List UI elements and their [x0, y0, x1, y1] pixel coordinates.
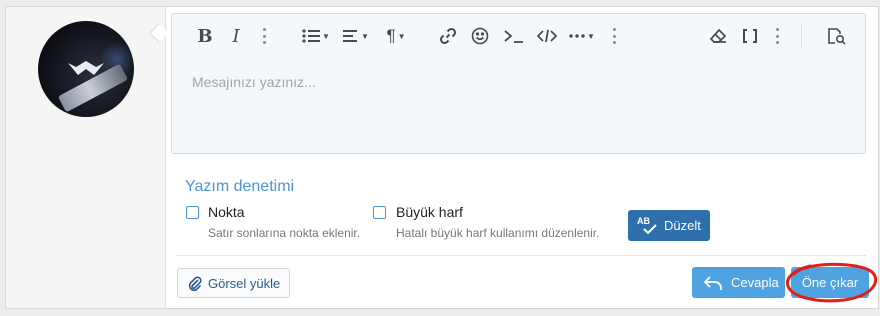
fix-button[interactable]: AB Düzelt [628, 210, 710, 241]
more-vertical-icon[interactable] [613, 28, 616, 44]
more-horizontal-icon[interactable]: ▼ [568, 24, 596, 48]
more-vertical-icon[interactable] [776, 28, 779, 44]
period-checkbox[interactable] [186, 206, 199, 219]
inline-code-icon[interactable] [502, 24, 526, 48]
message-input[interactable]: Mesajınızı yazınız... [172, 58, 865, 153]
upload-image-label: Görsel yükle [208, 275, 281, 291]
preview-icon[interactable] [826, 24, 848, 48]
spellcheck-icon: AB [637, 216, 659, 235]
code-icon[interactable] [536, 24, 558, 48]
chevron-down-icon: ▼ [361, 31, 369, 41]
reply-label: Cevapla [731, 275, 779, 290]
list-icon[interactable]: ▼ [302, 24, 330, 48]
paragraph-icon[interactable]: ¶ ▼ [382, 24, 410, 48]
promote-label: Öne çıkar [801, 275, 859, 290]
chevron-down-icon: ▼ [322, 31, 330, 41]
avatar[interactable] [38, 21, 134, 117]
capitalization-option-description: Hatalı büyük harf kullanımı düzenlenir. [396, 226, 600, 240]
capitalization-checkbox[interactable] [373, 206, 386, 219]
avatar-logo-icon [68, 61, 104, 75]
user-column [6, 7, 166, 308]
eraser-icon[interactable] [708, 24, 728, 48]
align-icon[interactable]: ▼ [342, 24, 370, 48]
fix-button-label: Düzelt [664, 218, 701, 233]
chevron-down-icon: ▼ [397, 31, 406, 41]
toolbar-divider [801, 23, 802, 49]
period-option-description: Satır sonlarına nokta eklenir. [208, 226, 361, 240]
message-placeholder: Mesajınızı yazınız... [192, 74, 316, 90]
italic-icon[interactable]: I [228, 24, 244, 48]
bold-icon[interactable]: B [196, 24, 214, 48]
message-editor: B I ▼ ▼ ¶ ▼ ▼ Mesajınızı yazınız... [171, 13, 866, 154]
reply-button[interactable]: Cevapla [692, 267, 785, 298]
more-vertical-icon[interactable] [263, 28, 266, 44]
spellcheck-title: Yazım denetimi [185, 178, 295, 195]
chevron-down-icon: ▼ [587, 31, 595, 41]
footer-divider [176, 255, 866, 256]
period-option-label: Nokta [208, 204, 245, 220]
link-icon[interactable] [438, 24, 458, 48]
editor-toolbar: B I ▼ ▼ ¶ ▼ ▼ [172, 14, 865, 58]
promote-button[interactable]: Öne çıkar [791, 267, 869, 298]
upload-image-button[interactable]: Görsel yükle [177, 268, 290, 298]
paperclip-icon [188, 276, 202, 291]
smiley-icon[interactable] [470, 24, 490, 48]
reply-icon [703, 275, 722, 290]
capitalization-option-label: Büyük harf [396, 204, 463, 220]
brackets-icon[interactable] [740, 24, 760, 48]
